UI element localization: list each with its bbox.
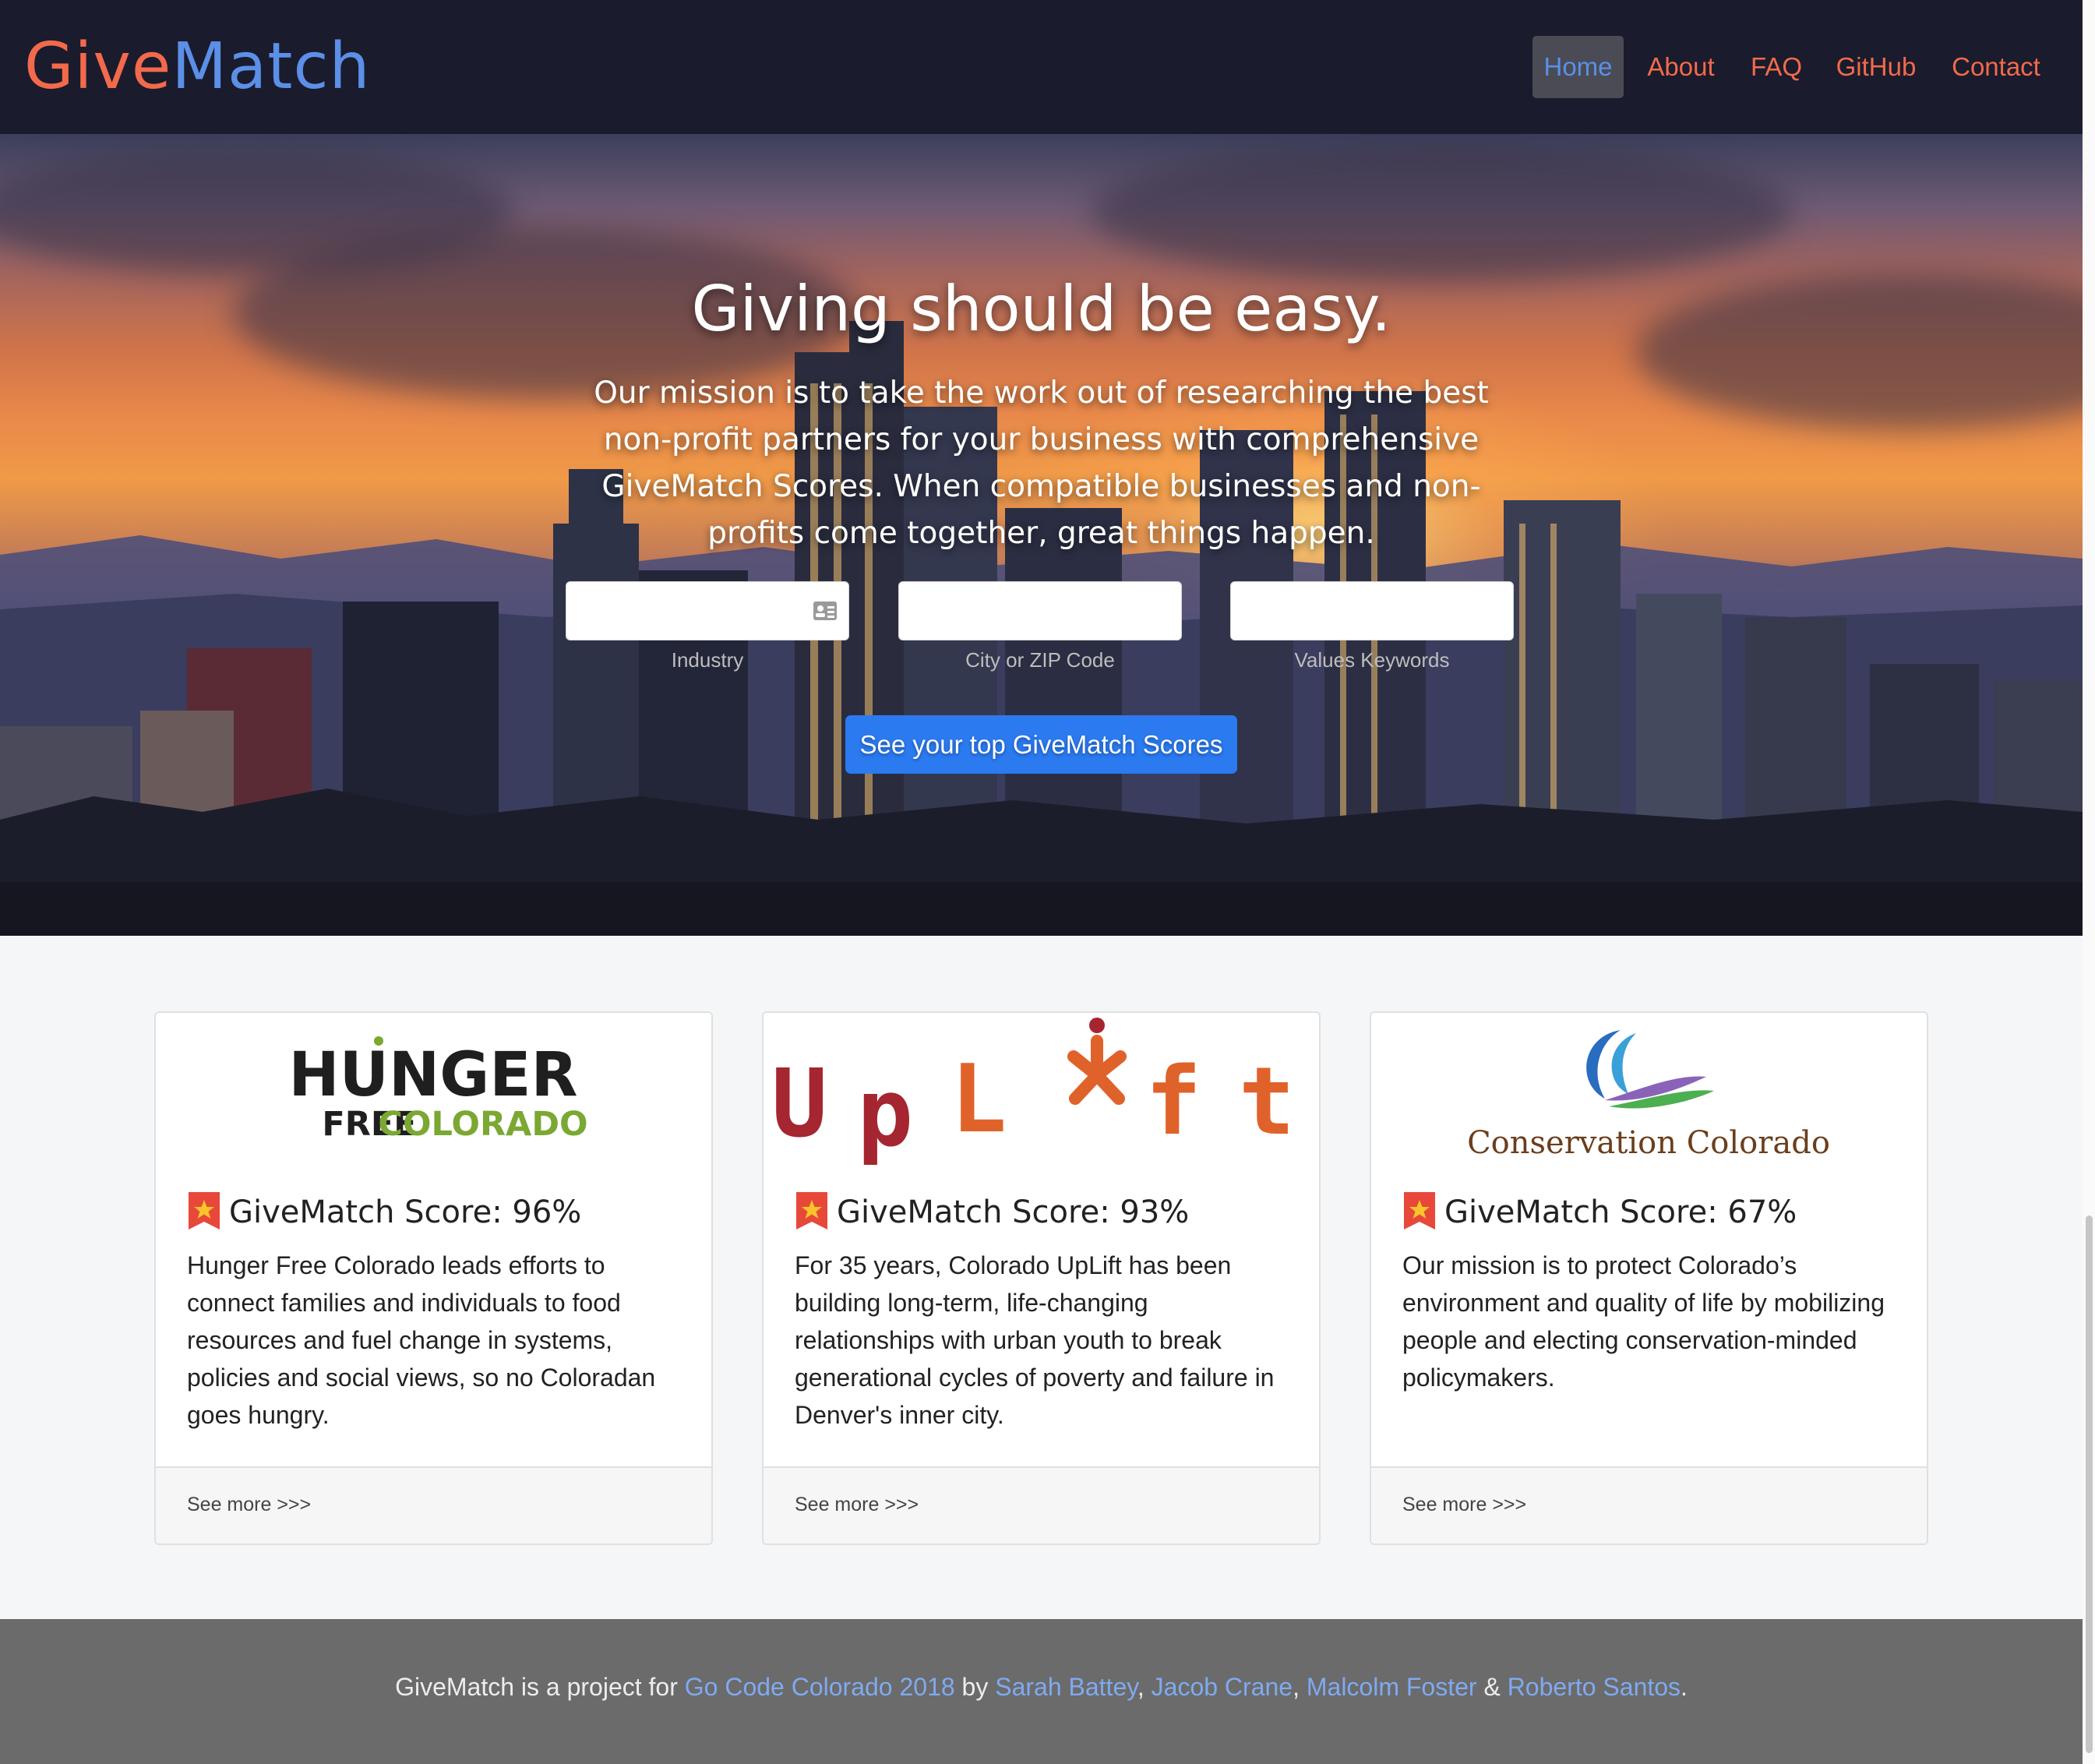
star-badge-icon bbox=[1404, 1192, 1435, 1230]
givematch-score: GiveMatch Score: 96% bbox=[229, 1194, 582, 1230]
site-footer: GiveMatch is a project for Go Code Color… bbox=[0, 1619, 2083, 1764]
givematch-score: GiveMatch Score: 93% bbox=[837, 1194, 1190, 1230]
author-link-sarah-battey[interactable]: Sarah Battey bbox=[995, 1673, 1137, 1701]
hunger-free-colorado-logo[interactable]: HUNGER FREE COLORADO bbox=[156, 1013, 711, 1177]
industry-input[interactable] bbox=[566, 582, 848, 640]
go-code-colorado-link[interactable]: Go Code Colorado 2018 bbox=[685, 1673, 955, 1701]
industry-field[interactable] bbox=[566, 581, 849, 640]
city-zip-label: City or ZIP Code bbox=[965, 648, 1115, 672]
values-keywords-label: Values Keywords bbox=[1294, 648, 1450, 672]
footer-comma: , bbox=[1293, 1673, 1300, 1701]
author-link-jacob-crane[interactable]: Jacob Crane bbox=[1152, 1673, 1293, 1701]
brand-part-give: Give bbox=[24, 30, 172, 104]
svg-text:U: U bbox=[771, 1050, 827, 1159]
hero-mission-text: Our mission is to take the work out of r… bbox=[594, 376, 1489, 551]
logo-conservation-text: Conservation Colorado bbox=[1467, 1125, 1830, 1161]
top-navbar: GiveMatch Home About FAQ GitHub Contact bbox=[0, 0, 2095, 134]
card-footer: See more >>> bbox=[156, 1466, 711, 1544]
card-description: Our mission is to protect Colorado’s env… bbox=[1402, 1251, 1885, 1392]
givematch-score: GiveMatch Score: 67% bbox=[1444, 1194, 1797, 1230]
author-link-malcolm-foster[interactable]: Malcolm Foster bbox=[1307, 1673, 1477, 1701]
city-zip-field[interactable] bbox=[898, 581, 1182, 640]
logo-colorado-text: COLORADO bbox=[378, 1105, 587, 1144]
uplift-logo[interactable]: U p L f t bbox=[764, 1013, 1319, 1177]
city-zip-input[interactable] bbox=[899, 582, 1181, 640]
card-description: Hunger Free Colorado leads efforts to co… bbox=[187, 1251, 656, 1429]
svg-text:L: L bbox=[951, 1046, 1007, 1154]
contact-card-icon bbox=[813, 602, 837, 620]
page-scrollbar[interactable] bbox=[2083, 0, 2095, 1764]
footer-ampersand: & bbox=[1483, 1673, 1501, 1701]
star-badge-icon bbox=[189, 1192, 220, 1230]
industry-label: Industry bbox=[671, 648, 744, 672]
nonprofit-card-hunger-free-colorado: HUNGER FREE COLORADO GiveMatch Score: 96… bbox=[154, 1011, 713, 1545]
nonprofit-card-conservation-colorado: Conservation Colorado GiveMatch Score: 6… bbox=[1370, 1011, 1928, 1545]
scrollbar-thumb[interactable] bbox=[2086, 1215, 2093, 1753]
nav-about[interactable]: About bbox=[1636, 36, 1726, 98]
values-keywords-field[interactable] bbox=[1230, 581, 1514, 640]
svg-text:f: f bbox=[1145, 1048, 1201, 1156]
svg-text:t: t bbox=[1239, 1048, 1295, 1156]
nav-home[interactable]: Home bbox=[1532, 36, 1624, 98]
values-keywords-input[interactable] bbox=[1231, 582, 1513, 640]
logo-hunger-text: HUNGER bbox=[288, 1040, 577, 1110]
brand-part-match: Match bbox=[171, 30, 371, 104]
nav-faq[interactable]: FAQ bbox=[1739, 36, 1814, 98]
hero-title: Giving should be easy. bbox=[691, 273, 1391, 345]
card-footer: See more >>> bbox=[764, 1466, 1319, 1544]
nav-contact[interactable]: Contact bbox=[1940, 36, 2052, 98]
logo-uplift-text: U p L f t bbox=[771, 1046, 1295, 1168]
footer-credits: GiveMatch is a project for Go Code Color… bbox=[0, 1619, 2083, 1755]
svg-text:p: p bbox=[857, 1060, 913, 1168]
conservation-colorado-logo[interactable]: Conservation Colorado bbox=[1371, 1013, 1927, 1177]
footer-period: . bbox=[1681, 1673, 1688, 1701]
nonprofit-card-colorado-uplift: U p L f t GiveMatch Score: 93% For 35 ye… bbox=[762, 1011, 1321, 1545]
footer-by: by bbox=[961, 1673, 989, 1701]
card-footer: See more >>> bbox=[1371, 1466, 1927, 1544]
footer-prefix: GiveMatch is a project for bbox=[395, 1673, 678, 1701]
star-badge-icon bbox=[796, 1192, 827, 1230]
footer-comma: , bbox=[1137, 1673, 1144, 1701]
see-more-link[interactable]: See more >>> bbox=[795, 1468, 919, 1542]
see-scores-button[interactable]: See your top GiveMatch Scores bbox=[845, 715, 1237, 774]
see-more-link[interactable]: See more >>> bbox=[1402, 1468, 1526, 1542]
brand-logo[interactable]: GiveMatch bbox=[24, 28, 371, 106]
see-more-link[interactable]: See more >>> bbox=[187, 1468, 311, 1542]
hero-section: Giving should be easy. Our mission is to… bbox=[0, 134, 2083, 936]
nav-github[interactable]: GitHub bbox=[1826, 36, 1926, 98]
author-link-roberto-santos[interactable]: Roberto Santos bbox=[1508, 1673, 1681, 1701]
card-description: For 35 years, Colorado UpLift has been b… bbox=[795, 1251, 1275, 1429]
